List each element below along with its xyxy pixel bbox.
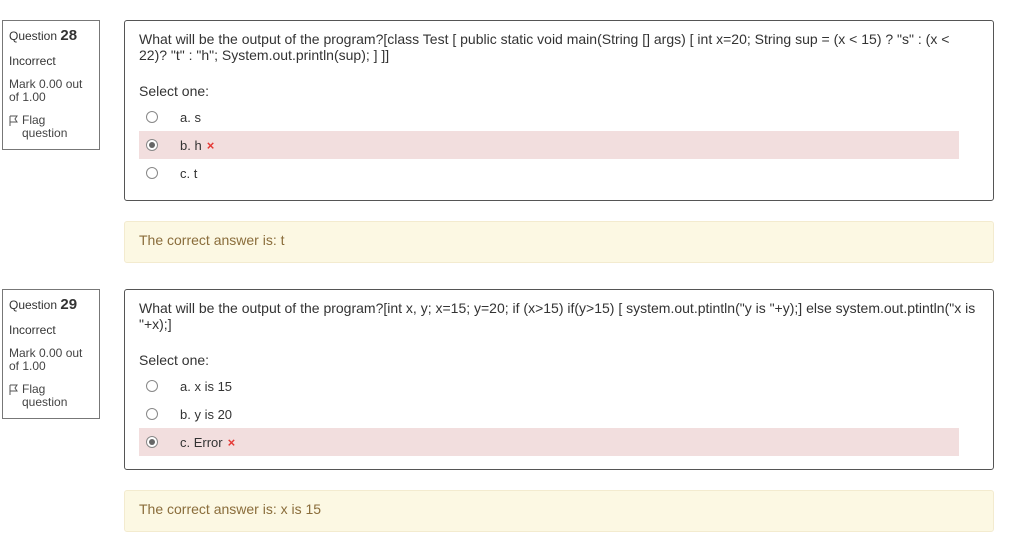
incorrect-x-icon: × — [206, 137, 215, 153]
question-info-28: Question 28 Incorrect Mark 0.00 out of 1… — [2, 20, 100, 150]
radio-button[interactable] — [146, 111, 158, 123]
radio-button[interactable] — [146, 167, 158, 179]
question-grade: Mark 0.00 out of 1.00 — [9, 77, 83, 104]
answer-option-a[interactable]: a. s — [139, 103, 959, 131]
answer-option-a[interactable]: a. x is 15 — [139, 372, 959, 400]
radio-button[interactable] — [146, 380, 158, 392]
question-number-prefix: Question — [9, 29, 58, 43]
question-number-prefix: Question — [9, 298, 58, 312]
radio-button[interactable] — [146, 408, 158, 420]
question-number-value: 28 — [60, 27, 78, 44]
flag-icon — [9, 115, 18, 126]
question-text: What will be the output of the program?[… — [139, 31, 950, 63]
answer-option-b[interactable]: b. y is 20 — [139, 400, 959, 428]
correct-answer-feedback-28: The correct answer is: t — [124, 221, 994, 263]
flag-label: Flag question — [22, 382, 68, 409]
correct-answer-feedback-29: The correct answer is: x is 15 — [124, 490, 994, 532]
radio-button-selected[interactable] — [146, 139, 158, 151]
radio-button-selected[interactable] — [146, 436, 158, 448]
question-content-28: What will be the output of the program?[… — [124, 20, 994, 201]
answer-label: b. y is 20 — [180, 406, 233, 422]
flag-icon — [9, 384, 18, 395]
question-number: Question 29 — [9, 296, 93, 313]
answer-label: a. s — [180, 109, 201, 125]
answer-option-c[interactable]: c. Error × — [139, 428, 959, 456]
question-text: What will be the output of the program?[… — [139, 300, 976, 332]
question-grade: Mark 0.00 out of 1.00 — [9, 346, 83, 373]
answer-label: b. h — [180, 137, 202, 153]
question-content-29: What will be the output of the program?[… — [124, 289, 994, 470]
answer-option-b[interactable]: b. h × — [139, 131, 959, 159]
incorrect-x-icon: × — [227, 434, 236, 450]
flag-label: Flag question — [22, 113, 68, 140]
question-state: Incorrect — [9, 323, 56, 337]
answer-label: a. x is 15 — [180, 378, 233, 394]
flag-question-link[interactable]: Flag question — [9, 383, 93, 409]
answer-label: c. t — [180, 165, 198, 181]
select-prompt: Select one: — [139, 83, 210, 99]
question-number-value: 29 — [60, 296, 78, 313]
question-state: Incorrect — [9, 54, 56, 68]
select-prompt: Select one: — [139, 352, 210, 368]
question-info-29: Question 29 Incorrect Mark 0.00 out of 1… — [2, 289, 100, 419]
flag-question-link[interactable]: Flag question — [9, 114, 93, 140]
answer-option-c[interactable]: c. t — [139, 159, 959, 187]
question-number: Question 28 — [9, 27, 93, 44]
answer-label: c. Error — [180, 434, 223, 450]
